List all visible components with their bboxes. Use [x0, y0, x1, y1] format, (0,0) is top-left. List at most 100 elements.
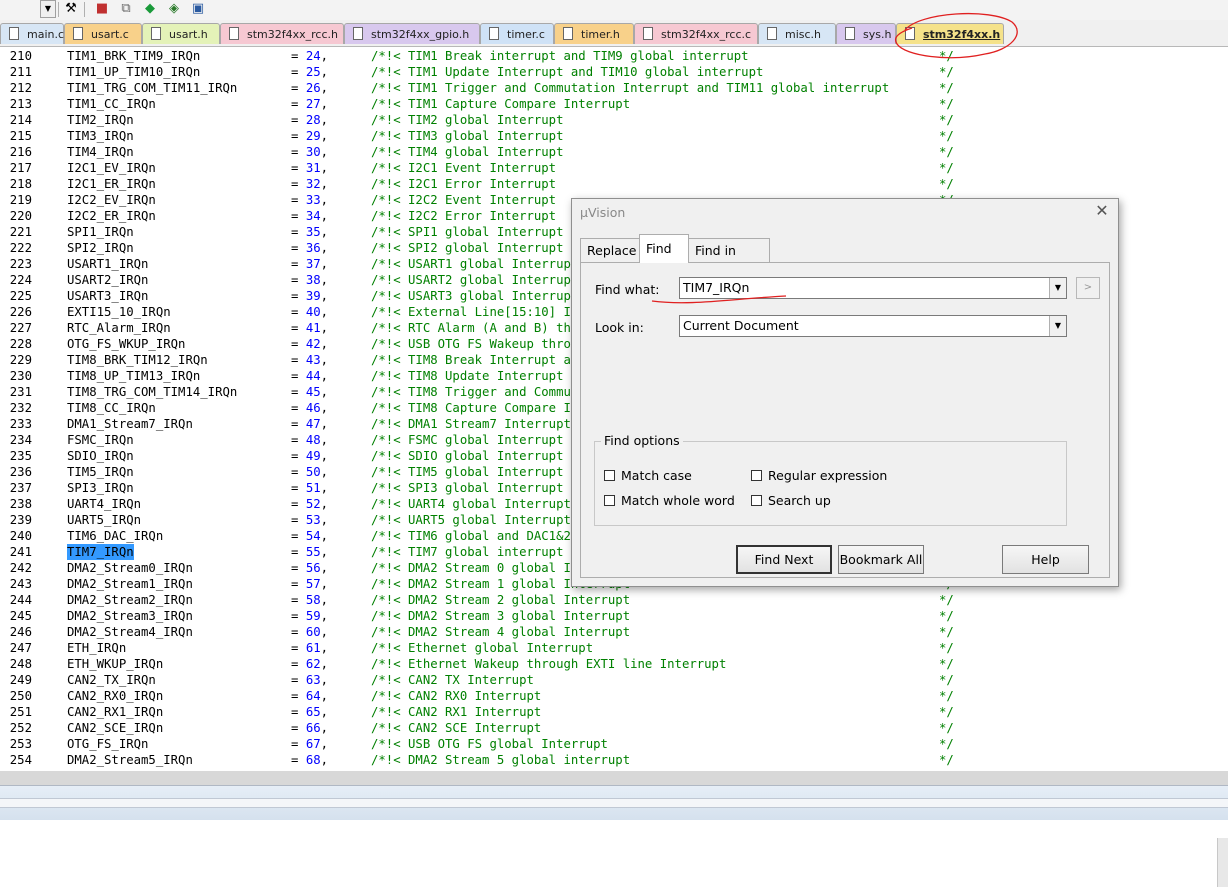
identifier[interactable]: OTG_FS_IRQn [67, 736, 148, 752]
code-line[interactable]: 217 I2C1_EV_IRQn = 31, /*!< I2C1 Event Inte… [0, 160, 1228, 176]
code-line[interactable]: 252 CAN2_SCE_IRQn = 66, /*!< CAN2 SCE Inter… [0, 720, 1228, 736]
identifier[interactable]: SPI2_IRQn [67, 240, 134, 256]
tab-replace[interactable]: Replace [580, 238, 640, 262]
identifier[interactable]: I2C2_ER_IRQn [67, 208, 156, 224]
stack-icon[interactable]: ⧉ [118, 1, 134, 17]
match-case-label[interactable]: Match case [621, 468, 692, 483]
identifier[interactable]: SPI3_IRQn [67, 480, 134, 496]
tab-label[interactable]: stm32f4xx_gpio.h [371, 28, 469, 41]
identifier[interactable]: DMA1_Stream7_IRQn [67, 416, 193, 432]
code-line[interactable]: 245 DMA2_Stream3_IRQn = 59, /*!< DMA2 Strea… [0, 608, 1228, 624]
identifier[interactable]: USART1_IRQn [67, 256, 148, 272]
find-side-button[interactable]: > [1076, 277, 1100, 299]
chevron-down-icon[interactable]: ▼ [1049, 316, 1066, 336]
code-line[interactable]: 248 ETH_WKUP_IRQn = 62, /*!< Ethernet Wakeu… [0, 656, 1228, 672]
regular-expression-label[interactable]: Regular expression [768, 468, 887, 483]
settings-icon[interactable]: ▣ [190, 1, 206, 17]
identifier[interactable]: OTG_FS_WKUP_IRQn [67, 336, 185, 352]
code-line[interactable]: 246 DMA2_Stream4_IRQn = 60, /*!< DMA2 Strea… [0, 624, 1228, 640]
identifier[interactable]: DMA2_Stream5_IRQn [67, 752, 193, 768]
green-diamond-icon[interactable]: ◆ [142, 1, 158, 17]
identifier[interactable]: TIM1_BRK_TIM9_IRQn [67, 48, 200, 64]
identifier[interactable]: FSMC_IRQn [67, 432, 134, 448]
find-next-button[interactable]: Find Next [736, 545, 832, 574]
checkbox-icon[interactable] [604, 470, 615, 481]
tab-label[interactable]: sys.h [863, 28, 891, 41]
tab-main-c[interactable]: main.c [0, 23, 64, 44]
identifier[interactable]: CAN2_RX0_IRQn [67, 688, 163, 704]
selected-identifier[interactable]: TIM7_IRQn [67, 544, 134, 560]
identifier[interactable]: TIM8_BRK_TIM12_IRQn [67, 352, 208, 368]
code-line[interactable]: 211 TIM1_UP_TIM10_IRQn = 25, /*!< TIM1 Upda… [0, 64, 1228, 80]
code-line[interactable]: 249 CAN2_TX_IRQn = 63, /*!< CAN2 TX Interru… [0, 672, 1228, 688]
tab-stm32f4xx-rcc-c[interactable]: stm32f4xx_rcc.c [634, 23, 758, 44]
identifier[interactable]: ETH_WKUP_IRQn [67, 656, 163, 672]
regular-expression-checkbox[interactable]: Regular expression [751, 468, 887, 483]
identifier[interactable]: TIM3_IRQn [67, 128, 134, 144]
checkbox-icon[interactable] [751, 470, 762, 481]
code-line[interactable]: 250 CAN2_RX0_IRQn = 64, /*!< CAN2 RX0 Inter… [0, 688, 1228, 704]
identifier[interactable]: I2C1_ER_IRQn [67, 176, 156, 192]
tab-label[interactable]: main.c [27, 28, 64, 41]
code-line[interactable]: 254 DMA2_Stream5_IRQn = 68, /*!< DMA2 Strea… [0, 752, 1228, 768]
identifier[interactable]: DMA2_Stream2_IRQn [67, 592, 193, 608]
tab-label[interactable]: stm32f4xx.h [923, 28, 1000, 41]
identifier[interactable]: USART2_IRQn [67, 272, 148, 288]
find-what-value[interactable]: TIM7_IRQn [683, 280, 749, 295]
tab-label[interactable]: timer.c [507, 28, 545, 41]
identifier[interactable]: CAN2_TX_IRQn [67, 672, 156, 688]
find-what-combo[interactable]: TIM7_IRQn ▼ [679, 277, 1067, 299]
identifier[interactable]: CAN2_SCE_IRQn [67, 720, 163, 736]
dropdown-arrow-icon[interactable]: ▼ [40, 0, 56, 18]
checkbox-icon[interactable] [751, 495, 762, 506]
tab-timer-h[interactable]: timer.h [554, 23, 634, 44]
bookmark-all-label[interactable]: Bookmark All [840, 552, 923, 567]
tab-sys-h[interactable]: sys.h [836, 23, 896, 44]
tab-timer-c[interactable]: timer.c [480, 23, 554, 44]
code-line[interactable]: 216 TIM4_IRQn = 30, /*!< TIM4 global Interr… [0, 144, 1228, 160]
code-line[interactable]: 247 ETH_IRQn = 61, /*!< Ethernet global Int… [0, 640, 1228, 656]
code-line[interactable]: 213 TIM1_CC_IRQn = 27, /*!< TIM1 Capture Co… [0, 96, 1228, 112]
identifier[interactable]: RTC_Alarm_IRQn [67, 320, 171, 336]
tab-usart-c[interactable]: usart.c [64, 23, 142, 44]
tab-stm32f4xx-gpio-h[interactable]: stm32f4xx_gpio.h [344, 23, 480, 44]
chevron-down-icon[interactable]: ▼ [1049, 278, 1066, 298]
code-line[interactable]: 212 TIM1_TRG_COM_TIM11_IRQn = 26, /*!< TIM1… [0, 80, 1228, 96]
identifier[interactable]: TIM4_IRQn [67, 144, 134, 160]
code-line[interactable]: 251 CAN2_RX1_IRQn = 65, /*!< CAN2 RX1 Inter… [0, 704, 1228, 720]
code-line[interactable]: 214 TIM2_IRQn = 28, /*!< TIM2 global Interr… [0, 112, 1228, 128]
pack-installer-icon[interactable]: ◈ [166, 1, 182, 17]
wand-icon[interactable]: ⚒ [63, 1, 79, 17]
search-up-checkbox[interactable]: Search up [751, 493, 831, 508]
tab-label[interactable]: timer.h [581, 28, 620, 41]
identifier[interactable]: I2C2_EV_IRQn [67, 192, 156, 208]
identifier[interactable]: DMA2_Stream3_IRQn [67, 608, 193, 624]
identifier[interactable]: I2C1_EV_IRQn [67, 160, 156, 176]
tab-find-in-files[interactable]: Find in Files [688, 238, 770, 282]
identifier[interactable]: TIM1_TRG_COM_TIM11_IRQn [67, 80, 237, 96]
identifier[interactable]: DMA2_Stream1_IRQn [67, 576, 193, 592]
match-case-checkbox[interactable]: Match case [604, 468, 692, 483]
identifier[interactable]: TIM6_DAC_IRQn [67, 528, 163, 544]
identifier[interactable]: TIM8_UP_TIM13_IRQn [67, 368, 200, 384]
code-line[interactable]: 253 OTG_FS_IRQn = 67, /*!< USB OTG FS globa… [0, 736, 1228, 752]
identifier[interactable]: SPI1_IRQn [67, 224, 134, 240]
checkbox-icon[interactable] [604, 495, 615, 506]
help-label[interactable]: Help [1031, 552, 1060, 567]
identifier[interactable]: EXTI15_10_IRQn [67, 304, 171, 320]
output-panel[interactable] [0, 820, 1228, 887]
identifier[interactable]: TIM2_IRQn [67, 112, 134, 128]
look-in-combo[interactable]: Current Document ▼ [679, 315, 1067, 337]
identifier[interactable]: UART4_IRQn [67, 496, 141, 512]
match-whole-word-label[interactable]: Match whole word [621, 493, 735, 508]
identifier[interactable]: DMA2_Stream4_IRQn [67, 624, 193, 640]
identifier[interactable]: TIM5_IRQn [67, 464, 134, 480]
identifier[interactable]: TIM8_TRG_COM_TIM14_IRQn [67, 384, 237, 400]
identifier[interactable]: CAN2_RX1_IRQn [67, 704, 163, 720]
identifier[interactable]: SDIO_IRQn [67, 448, 134, 464]
code-line[interactable]: 244 DMA2_Stream2_IRQn = 58, /*!< DMA2 Strea… [0, 592, 1228, 608]
tab-label[interactable]: stm32f4xx_rcc.c [661, 28, 751, 41]
tab-label[interactable]: usart.c [91, 28, 129, 41]
identifier[interactable]: USART3_IRQn [67, 288, 148, 304]
identifier[interactable]: ETH_IRQn [67, 640, 126, 656]
